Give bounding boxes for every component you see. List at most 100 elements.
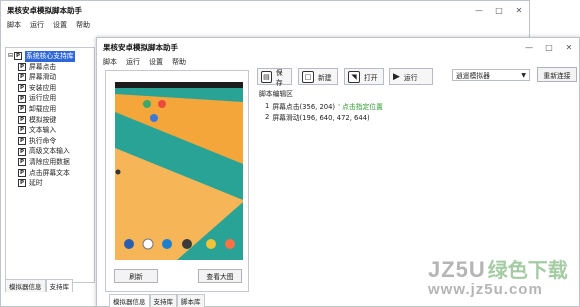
tree-item[interactable]: P 清除应用数据 <box>8 157 94 168</box>
menu-script[interactable]: 脚本 <box>7 20 21 30</box>
tree-item-label: 安装应用 <box>29 83 57 92</box>
code-line[interactable]: 2 屏幕滑动(196, 640, 472, 644) <box>265 111 579 122</box>
watermark-url: www.jz5u.com <box>428 281 543 298</box>
tree-item[interactable]: P 高级文本输入 <box>8 146 94 157</box>
close-icon[interactable]: ✕ <box>509 1 529 19</box>
watermark-latin: JZ5U <box>428 257 486 282</box>
tree-item-label: 屏幕点击 <box>29 62 57 71</box>
emulator-select-value: 逍遥模拟器 <box>456 72 490 80</box>
library-panel: ⊟ P 系统核心支持库 P 屏幕点击 P 屏幕滑动 P 安装应用 P 运行应用 P 卸载应… <box>5 47 95 283</box>
new-label: 新建 <box>318 73 332 82</box>
view-large-button[interactable]: 查看大图 <box>198 269 242 283</box>
command-icon: P <box>18 126 26 135</box>
command-icon: P <box>18 105 26 114</box>
open-folder-icon: ◥ <box>348 70 360 83</box>
tree-item-label: 屏幕滑动 <box>29 73 57 82</box>
tree-item-label: 延时 <box>29 179 43 188</box>
tree-item-label: 模拟按键 <box>29 115 57 124</box>
tree-item[interactable]: P 点击屏幕文本 <box>8 168 94 179</box>
tab-emulator-info[interactable]: 模拟器信息 <box>5 279 46 292</box>
tree-item-label: 点击屏幕文本 <box>29 168 70 177</box>
reconnect-button[interactable]: 重新连接 <box>537 67 577 82</box>
tab-script-library[interactable]: 脚本库 <box>177 294 205 307</box>
line-command: 屏幕滑动(196, 640, 472, 644) <box>272 113 370 122</box>
line-command: 屏幕点击(356, 204) <box>272 102 336 111</box>
tree-item-label: 文本输入 <box>29 126 57 135</box>
line-comment: ' 点击指定位置 <box>338 102 383 111</box>
tab-library[interactable]: 支持库 <box>45 279 73 292</box>
tab-library[interactable]: 支持库 <box>149 294 177 307</box>
menu-run[interactable]: 运行 <box>30 20 44 30</box>
tree-root[interactable]: ⊟ P 系统核心支持库 <box>8 51 94 62</box>
command-icon: P <box>18 94 26 103</box>
command-icon: P <box>18 179 26 188</box>
minimize-icon[interactable]: — <box>469 1 489 19</box>
front-window-title: 果核安卓模拟脚本助手 <box>103 42 178 52</box>
library-icon: P <box>14 52 23 61</box>
command-icon: P <box>18 168 26 177</box>
back-menubar: 脚本 运行 设置 帮助 <box>1 19 529 31</box>
tree-item[interactable]: P 安装应用 <box>8 83 94 94</box>
front-menubar: 脚本 运行 设置 帮助 <box>97 56 579 68</box>
tree-item[interactable]: P 屏幕点击 <box>8 62 94 73</box>
back-window-controls: — □ ✕ <box>469 1 529 19</box>
tree-item-label: 卸载应用 <box>29 104 57 113</box>
run-button[interactable]: ▶ 运行 <box>389 68 433 85</box>
menu-settings[interactable]: 设置 <box>149 57 163 67</box>
command-icon: P <box>18 137 26 146</box>
tree-item[interactable]: P 模拟按键 <box>8 115 94 126</box>
tree-item-label: 执行命令 <box>29 136 57 145</box>
command-icon: P <box>18 84 26 93</box>
editor-lines: 1 屏幕点击(356, 204) ' 点击指定位置 2 屏幕滑动(196, 64… <box>257 98 579 122</box>
refresh-button[interactable]: 刷新 <box>114 269 158 283</box>
tree-item[interactable]: P 卸载应用 <box>8 104 94 115</box>
command-icon: P <box>18 115 26 124</box>
tree-item[interactable]: P 文本输入 <box>8 125 94 136</box>
open-label: 打开 <box>364 73 378 82</box>
emulator-select[interactable]: 逍遥模拟器 ▼ <box>452 69 530 81</box>
editor-title: 脚本编辑区 <box>259 90 293 98</box>
front-tabs: 模拟器信息 支持库 脚本库 <box>109 294 205 307</box>
watermark: JZ5U 绿色下载 www.jz5u.com <box>428 254 578 304</box>
save-button[interactable]: ▤ 保存 <box>257 68 292 87</box>
tree-root-label: 系统核心支持库 <box>25 51 75 62</box>
tree-item-label: 高级文本输入 <box>29 147 70 156</box>
tree-item[interactable]: P 延时 <box>8 178 94 189</box>
library-tree: ⊟ P 系统核心支持库 P 屏幕点击 P 屏幕滑动 P 安装应用 P 运行应用 P 卸载应… <box>6 48 94 189</box>
emulator-preview-panel: 刷新 查看大图 <box>105 70 249 292</box>
tree-item-label: 运行应用 <box>29 94 57 103</box>
tree-item[interactable]: P 执行命令 <box>8 136 94 147</box>
menu-help[interactable]: 帮助 <box>76 20 90 30</box>
command-icon: P <box>18 73 26 82</box>
menu-run[interactable]: 运行 <box>126 57 140 67</box>
minimize-icon[interactable]: — <box>519 38 539 56</box>
code-line[interactable]: 1 屏幕点击(356, 204) ' 点击指定位置 <box>265 100 579 111</box>
tree-item-label: 清除应用数据 <box>29 157 70 166</box>
command-icon: P <box>18 158 26 167</box>
tree-item[interactable]: P 屏幕滑动 <box>8 72 94 83</box>
menu-settings[interactable]: 设置 <box>53 20 67 30</box>
chevron-down-icon: ▼ <box>521 71 526 79</box>
menu-script[interactable]: 脚本 <box>103 57 117 67</box>
line-number: 2 <box>265 112 270 121</box>
maximize-icon[interactable]: □ <box>539 38 559 56</box>
command-icon: P <box>18 147 26 156</box>
save-icon: ▤ <box>261 70 272 83</box>
menu-help[interactable]: 帮助 <box>172 57 186 67</box>
close-icon[interactable]: ✕ <box>559 38 579 56</box>
run-label: 运行 <box>403 73 418 82</box>
command-icon: P <box>18 62 26 71</box>
line-number: 1 <box>265 101 270 110</box>
collapse-icon[interactable]: ⊟ <box>8 51 13 62</box>
tab-emulator-info[interactable]: 模拟器信息 <box>109 294 150 307</box>
save-label: 保存 <box>275 68 283 87</box>
back-window-title: 果核安卓模拟脚本助手 <box>7 5 82 15</box>
phone-screen[interactable] <box>115 82 243 260</box>
play-icon: ▶ <box>393 71 400 82</box>
open-button[interactable]: ◥ 打开 <box>344 68 384 85</box>
tree-item[interactable]: P 运行应用 <box>8 93 94 104</box>
new-file-icon: □ <box>302 70 314 83</box>
maximize-icon[interactable]: □ <box>489 1 509 19</box>
new-button[interactable]: □ 新建 <box>298 68 338 85</box>
front-window-controls: — □ ✕ <box>519 38 579 56</box>
